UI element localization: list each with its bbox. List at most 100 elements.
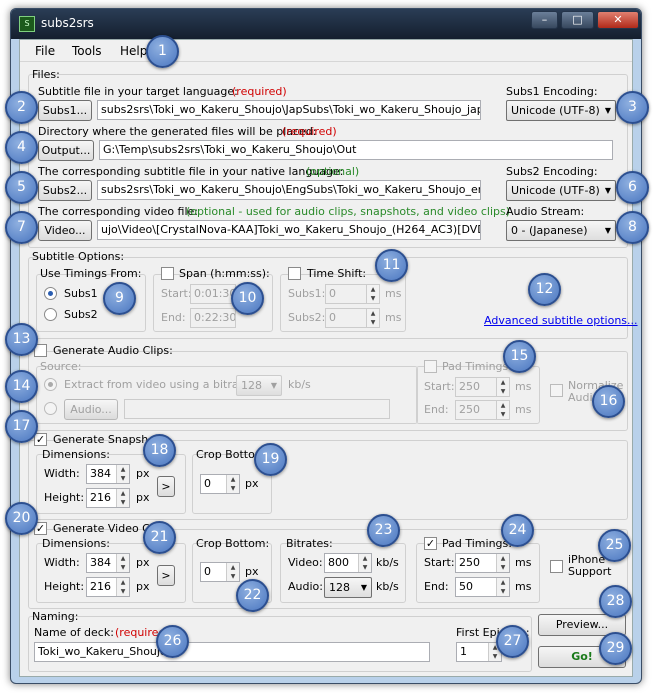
subs1-encoding-select[interactable]: Unicode (UTF-8) ▼ bbox=[506, 100, 616, 121]
normalize-audio-checkbox[interactable] bbox=[550, 384, 563, 397]
spinner-arrows-icon[interactable]: ▲ ▼ bbox=[116, 465, 129, 483]
span-end-label: End: bbox=[161, 311, 186, 324]
span-checkbox[interactable] bbox=[161, 267, 174, 280]
spinner-arrows-icon[interactable]: ▲ ▼ bbox=[496, 578, 509, 596]
snapshot-width-spinner[interactable]: 384 ▲ ▼ bbox=[86, 464, 130, 484]
first-episode-spinner[interactable]: 1 ▲ ▼ bbox=[456, 642, 502, 662]
video-pad-checkbox[interactable]: ✓ bbox=[424, 537, 437, 550]
snapshot-copy-dimensions-button[interactable]: > bbox=[157, 476, 175, 497]
audio-pad-start-spinner[interactable]: 250 ▲ ▼ bbox=[455, 377, 510, 397]
subs2-button[interactable]: Subs2... bbox=[38, 180, 92, 201]
video-height-label: Height: bbox=[44, 580, 85, 593]
video-crop-spinner[interactable]: 0 ▲ ▼ bbox=[200, 562, 240, 582]
subs2-encoding-value: Unicode (UTF-8) bbox=[511, 184, 600, 197]
video-width-label: Width: bbox=[44, 556, 80, 569]
output-label: Directory where the generated files will… bbox=[38, 125, 317, 138]
subs2-optional: (optional) bbox=[306, 165, 360, 178]
video-pad-end-ms: ms bbox=[515, 580, 532, 593]
shift-subs1-value: 0 bbox=[329, 287, 336, 300]
time-shift-label: Time Shift: bbox=[307, 267, 367, 280]
shift-subs1-label: Subs1: bbox=[288, 287, 326, 300]
spinner-arrows-icon[interactable]: ▲ ▼ bbox=[226, 475, 239, 493]
menu-help[interactable]: Help bbox=[120, 44, 147, 58]
video-crop-value: 0 bbox=[204, 565, 211, 578]
snapshot-height-spinner[interactable]: 216 ▲ ▼ bbox=[86, 488, 130, 508]
chevron-down-icon: ▼ bbox=[604, 226, 611, 235]
spinner-arrows-icon[interactable]: ▲ ▼ bbox=[226, 563, 239, 581]
audio-file-input[interactable] bbox=[124, 399, 390, 419]
spinner-arrows-icon[interactable]: ▲ ▼ bbox=[496, 401, 509, 419]
video-pad-start-spinner[interactable]: 250 ▲ ▼ bbox=[455, 553, 510, 573]
spinner-arrows-icon[interactable]: ▲ ▼ bbox=[366, 309, 379, 327]
video-audio-bitrate-value: 128 bbox=[329, 581, 350, 594]
video-bitrate-spinner[interactable]: 800 ▲ ▼ bbox=[324, 553, 372, 573]
deck-name-input[interactable]: Toki_wo_Kakeru_Shoujo bbox=[34, 642, 430, 662]
audio-pad-start-value: 250 bbox=[459, 380, 480, 393]
span-end-input[interactable]: 0:22:30 bbox=[190, 308, 236, 328]
menu-tools[interactable]: Tools bbox=[72, 44, 102, 58]
shift-subs2-label: Subs2: bbox=[288, 311, 326, 324]
subs2-path-input[interactable]: subs2srs\Toki_wo_Kakeru_Shoujo\EngSubs\T… bbox=[97, 180, 481, 200]
callout-badge: 27 bbox=[496, 625, 529, 658]
spinner-arrows-icon[interactable]: ▲ ▼ bbox=[116, 578, 129, 596]
audio-stream-label: Audio Stream: bbox=[506, 205, 585, 218]
output-path-input[interactable]: G:\Temp\subs2srs\Toki_wo_Kakeru_Shoujo\O… bbox=[99, 140, 613, 160]
timings-subs2-radio[interactable] bbox=[44, 308, 57, 321]
subs1-button[interactable]: Subs1... bbox=[38, 100, 92, 121]
video-button[interactable]: Video... bbox=[38, 220, 92, 241]
video-audio-bitrate-select[interactable]: 128 ▼ bbox=[324, 577, 372, 598]
spinner-arrows-icon[interactable]: ▲ ▼ bbox=[116, 489, 129, 507]
span-label: Span (h:mm:ss): bbox=[179, 267, 270, 280]
subs2-label: The corresponding subtitle file in your … bbox=[38, 165, 344, 178]
audio-pad-checkbox[interactable] bbox=[424, 360, 437, 373]
subs2-encoding-select[interactable]: Unicode (UTF-8) ▼ bbox=[506, 180, 616, 201]
video-bitrate-value: 800 bbox=[328, 556, 349, 569]
audio-stream-value: 0 - (Japanese) bbox=[511, 224, 588, 237]
subs1-encoding-value: Unicode (UTF-8) bbox=[511, 104, 600, 117]
advanced-subtitle-options-link[interactable]: Advanced subtitle options... bbox=[484, 314, 638, 327]
timings-subs1-radio[interactable] bbox=[44, 287, 57, 300]
video-crop-unit: px bbox=[245, 565, 259, 578]
spinner-arrows-icon[interactable]: ▲ ▼ bbox=[496, 378, 509, 396]
subs1-required: (required) bbox=[232, 85, 287, 98]
time-shift-checkbox[interactable] bbox=[288, 267, 301, 280]
audio-file-button[interactable]: Audio... bbox=[64, 399, 118, 420]
audio-file-radio[interactable] bbox=[44, 402, 57, 415]
naming-label: Naming: bbox=[32, 610, 79, 623]
spinner-arrows-icon[interactable]: ▲ ▼ bbox=[496, 554, 509, 572]
spinner-arrows-icon[interactable]: ▲ ▼ bbox=[116, 554, 129, 572]
video-dimensions-label: Dimensions: bbox=[42, 537, 110, 550]
subs1-encoding-label: Subs1 Encoding: bbox=[506, 85, 598, 98]
audio-stream-select[interactable]: 0 - (Japanese) ▼ bbox=[506, 220, 616, 241]
audio-pad-end-spinner[interactable]: 250 ▲ ▼ bbox=[455, 400, 510, 420]
video-height-spinner[interactable]: 216 ▲ ▼ bbox=[86, 577, 130, 597]
iphone-support-checkbox[interactable] bbox=[550, 560, 563, 573]
output-button[interactable]: Output... bbox=[38, 140, 94, 161]
close-button[interactable]: ✕ bbox=[597, 11, 639, 29]
chevron-down-icon: ▼ bbox=[360, 583, 367, 592]
shift-subs1-spinner[interactable]: 0 ▲ ▼ bbox=[325, 284, 380, 304]
client-area: File Tools Help Files: Subtitle file in … bbox=[19, 39, 638, 677]
menu-file[interactable]: File bbox=[35, 44, 55, 58]
spinner-arrows-icon[interactable]: ▲ ▼ bbox=[358, 554, 371, 572]
video-pad-end-spinner[interactable]: 50 ▲ ▼ bbox=[455, 577, 510, 597]
callout-badge: 17 bbox=[5, 410, 38, 443]
spinner-arrows-icon[interactable]: ▲ ▼ bbox=[366, 285, 379, 303]
video-width-spinner[interactable]: 384 ▲ ▼ bbox=[86, 553, 130, 573]
video-label: The corresponding video file: bbox=[38, 205, 199, 218]
shift-subs2-ms: ms bbox=[385, 311, 402, 324]
extract-from-video-radio[interactable] bbox=[44, 378, 57, 391]
subs1-path-input[interactable]: subs2srs\Toki_wo_Kakeru_Shoujo\JapSubs\T… bbox=[97, 100, 481, 120]
video-path-input[interactable]: ujo\Video\[CrystalNova-KAA]Toki_wo_Kaker… bbox=[97, 220, 481, 240]
snapshot-height-label: Height: bbox=[44, 491, 85, 504]
shift-subs2-spinner[interactable]: 0 ▲ ▼ bbox=[325, 308, 380, 328]
video-bitrates-label: Bitrates: bbox=[286, 537, 333, 550]
window-title: subs2srs bbox=[41, 16, 94, 30]
audio-bitrate-select[interactable]: 128 ▼ bbox=[236, 375, 282, 396]
span-start-input[interactable]: 0:01:30 bbox=[190, 284, 236, 304]
generate-snapshots-checkbox[interactable]: ✓ bbox=[34, 433, 47, 446]
video-copy-dimensions-button[interactable]: > bbox=[157, 565, 175, 586]
snapshot-crop-spinner[interactable]: 0 ▲ ▼ bbox=[200, 474, 240, 494]
maximize-button[interactable]: □ bbox=[561, 11, 594, 29]
minimize-button[interactable]: – bbox=[531, 11, 558, 29]
